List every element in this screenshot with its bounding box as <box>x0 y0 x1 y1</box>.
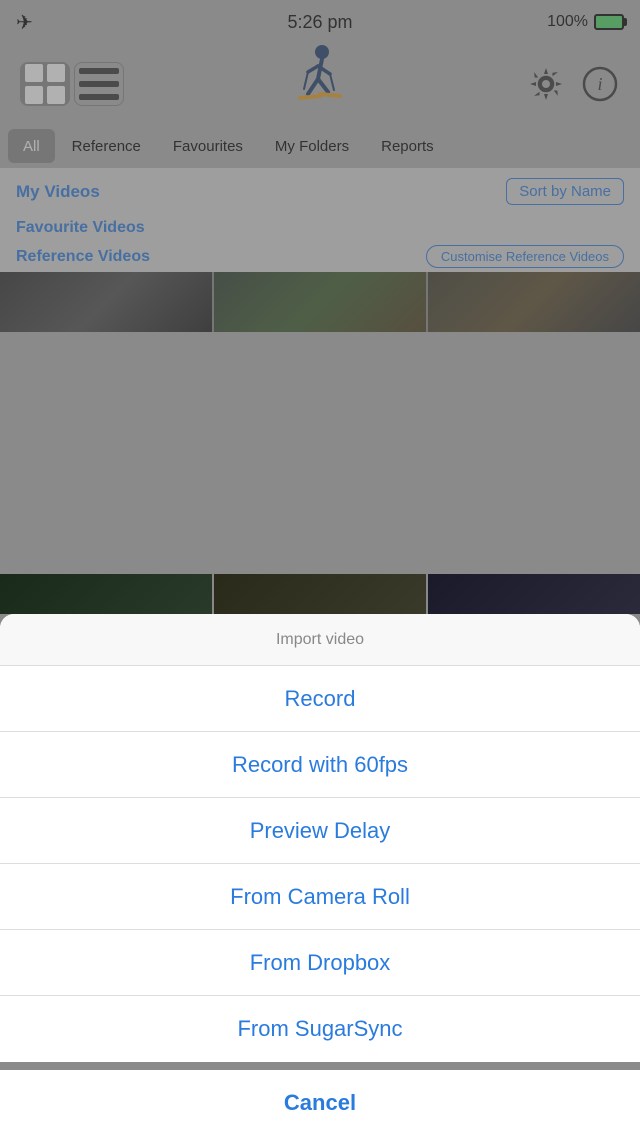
action-sugarsync[interactable]: From SugarSync <box>0 996 640 1062</box>
action-record-60fps[interactable]: Record with 60fps <box>0 732 640 798</box>
action-dropbox[interactable]: From Dropbox <box>0 930 640 996</box>
action-camera-roll[interactable]: From Camera Roll <box>0 864 640 930</box>
action-preview-delay[interactable]: Preview Delay <box>0 798 640 864</box>
bottom-thumbnails <box>0 574 640 614</box>
action-sheet: Import video Record Record with 60fps Pr… <box>0 574 640 1136</box>
bottom-thumb-3 <box>428 574 640 614</box>
bottom-thumb-2 <box>214 574 426 614</box>
cancel-button[interactable]: Cancel <box>0 1070 640 1136</box>
action-record[interactable]: Record <box>0 666 640 732</box>
action-sheet-title: Import video <box>0 614 640 666</box>
bottom-thumb-1 <box>0 574 212 614</box>
action-sheet-main: Import video Record Record with 60fps Pr… <box>0 614 640 1062</box>
